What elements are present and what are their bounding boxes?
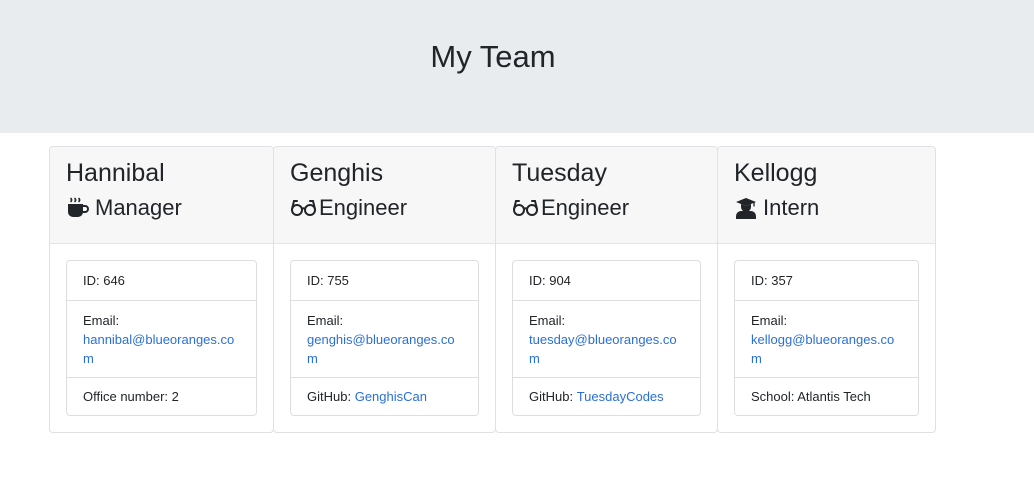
- page-title: My Team: [430, 39, 556, 74]
- employee-id: ID: 646: [83, 273, 125, 288]
- employee-name: Kellogg: [734, 159, 818, 187]
- github-label: GitHub:: [529, 389, 574, 404]
- info-list: ID: 904 Email: tuesday@blueoranges.com G…: [512, 260, 701, 416]
- employee-card-manager: Hannibal Manager ID: 646 Email: hannibal…: [49, 146, 274, 433]
- github-item: GitHub: GenghisCan: [291, 377, 478, 415]
- header-banner: My Team: [0, 0, 1034, 133]
- card-header: Hannibal Manager: [50, 147, 273, 244]
- info-list: ID: 646 Email: hannibal@blueoranges.com …: [66, 260, 257, 416]
- glasses-icon: [512, 195, 540, 221]
- role-label: Engineer: [319, 195, 408, 220]
- email-label: Email:: [307, 313, 344, 328]
- employee-id: ID: 357: [751, 273, 793, 288]
- email-link[interactable]: tuesday@blueoranges.com: [529, 330, 684, 368]
- employee-email-item: Email: kellogg@blueoranges.com: [735, 300, 918, 377]
- github-link[interactable]: TuesdayCodes: [577, 387, 664, 406]
- employee-name: Hannibal: [66, 159, 165, 187]
- graduate-icon: [734, 195, 762, 221]
- employee-role: Intern: [734, 194, 919, 222]
- card-body: ID: 755 Email: genghis@blueoranges.com G…: [274, 244, 495, 416]
- github-label: GitHub:: [307, 389, 352, 404]
- employee-id: ID: 755: [307, 273, 349, 288]
- github-link[interactable]: GenghisCan: [355, 387, 427, 406]
- card-header: Genghis Engineer: [274, 147, 495, 244]
- role-label: Manager: [95, 195, 182, 220]
- info-list: ID: 755 Email: genghis@blueoranges.com G…: [290, 260, 479, 416]
- employee-name: Tuesday: [512, 159, 607, 187]
- github-item: GitHub: TuesdayCodes: [513, 377, 700, 415]
- office-number: Office number: 2: [67, 377, 256, 415]
- card-header: Kellogg Intern: [718, 147, 935, 244]
- email-link[interactable]: genghis@blueoranges.com: [307, 330, 462, 368]
- employee-email-item: Email: genghis@blueoranges.com: [291, 300, 478, 377]
- employee-card-engineer: Genghis Engineer ID: 755 Email: genghis@…: [273, 146, 496, 433]
- employee-role: Engineer: [512, 194, 701, 222]
- email-label: Email:: [83, 313, 120, 328]
- employee-role: Manager: [66, 194, 257, 222]
- employee-card-engineer: Tuesday Engineer ID: 904 Email: tuesday@…: [495, 146, 718, 433]
- email-label: Email:: [751, 313, 788, 328]
- info-list: ID: 357 Email: kellogg@blueoranges.com S…: [734, 260, 919, 416]
- employee-email-item: Email: hannibal@blueoranges.com: [67, 300, 256, 377]
- employee-card-intern: Kellogg Intern ID: 357 Email: kellogg@bl…: [717, 146, 936, 433]
- role-label: Engineer: [541, 195, 630, 220]
- card-header: Tuesday Engineer: [496, 147, 717, 244]
- school-item: School: Atlantis Tech: [735, 377, 918, 415]
- email-link[interactable]: hannibal@blueoranges.com: [83, 330, 240, 368]
- team-cards: Hannibal Manager ID: 646 Email: hannibal…: [49, 146, 936, 433]
- coffee-icon: [66, 195, 94, 221]
- email-link[interactable]: kellogg@blueoranges.com: [751, 330, 902, 368]
- card-body: ID: 646 Email: hannibal@blueoranges.com …: [50, 244, 273, 416]
- card-body: ID: 357 Email: kellogg@blueoranges.com S…: [718, 244, 935, 416]
- employee-id: ID: 904: [529, 273, 571, 288]
- employee-email-item: Email: tuesday@blueoranges.com: [513, 300, 700, 377]
- email-label: Email:: [529, 313, 566, 328]
- card-body: ID: 904 Email: tuesday@blueoranges.com G…: [496, 244, 717, 416]
- role-label: Intern: [763, 195, 820, 220]
- employee-name: Genghis: [290, 159, 384, 187]
- glasses-icon: [290, 195, 318, 221]
- employee-role: Engineer: [290, 194, 479, 222]
